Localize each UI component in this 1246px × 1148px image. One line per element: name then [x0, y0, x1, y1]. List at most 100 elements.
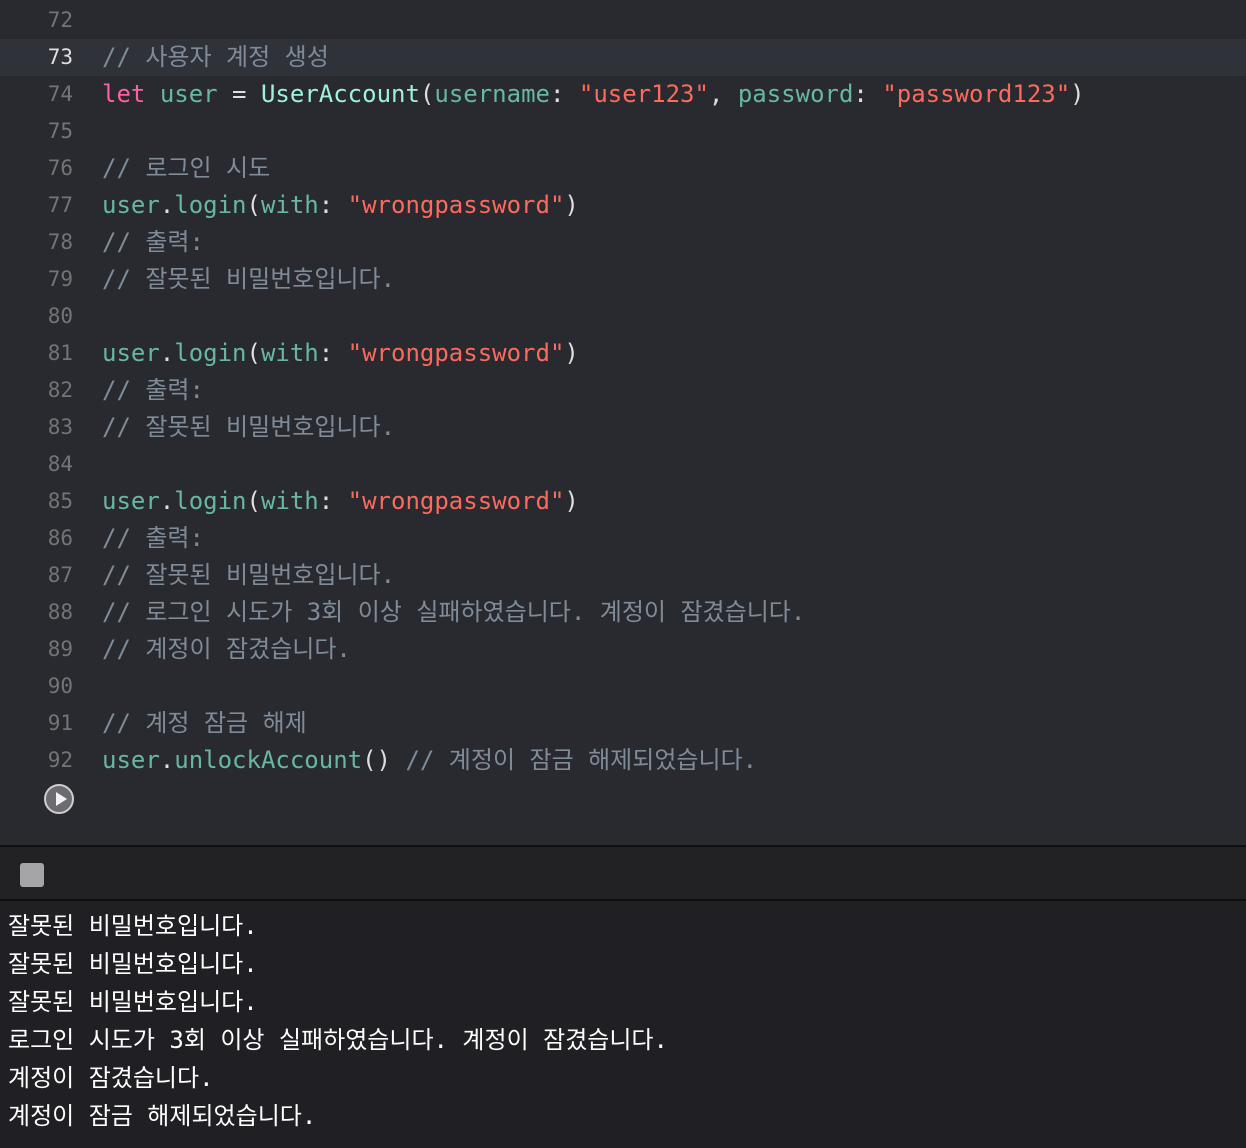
code-text: // 계정 잠금 해제 [102, 705, 307, 742]
code-text: user.login(with: "wrongpassword") [102, 335, 579, 372]
code-token-plain: : [318, 487, 348, 515]
line-number: 77 [47, 193, 73, 217]
code-token-comment: // 사용자 계정 생성 [102, 43, 329, 71]
code-token-string: "wrongpassword" [347, 339, 565, 367]
code-token-comment: // 출력: [102, 524, 204, 552]
code-line[interactable]: 89 // 계정이 잠겼습니다. [0, 631, 1246, 668]
code-token-comment: // 로그인 시도 [102, 154, 271, 182]
code-token-comment: // 계정이 잠겼습니다. [102, 635, 351, 663]
code-token-plain: . [159, 746, 175, 774]
code-token-param: with [260, 339, 319, 367]
code-token-plain: ) [1070, 80, 1085, 108]
code-line[interactable]: 81 user.login(with: "wrongpassword") [0, 335, 1246, 372]
code-line[interactable]: 83 // 잘못된 비밀번호입니다. [0, 409, 1246, 446]
code-text: // 계정이 잠겼습니다. [102, 631, 351, 668]
line-number: 91 [47, 711, 73, 735]
code-line[interactable]: 74 let user = UserAccount(username: "user… [0, 76, 1246, 113]
code-text: user.unlockAccount() // 계정이 잠금 해제되었습니다. [102, 742, 757, 779]
line-number: 83 [47, 415, 73, 439]
line-number: 79 [47, 267, 73, 291]
code-token-func: unlockAccount [174, 746, 363, 774]
line-number: 90 [47, 674, 73, 698]
code-line[interactable]: 85 user.login(with: "wrongpassword") [0, 483, 1246, 520]
line-number: 84 [47, 452, 73, 476]
code-token-param: password [737, 80, 854, 108]
code-token-type: UserAccount [260, 80, 420, 108]
code-token-var: user [159, 80, 218, 108]
line-number: 89 [47, 637, 73, 661]
code-line[interactable]: 87 // 잘못된 비밀번호입니다. [0, 557, 1246, 594]
console-line: 잘못된 비밀번호입니다. [8, 988, 258, 1016]
code-token-func: user [102, 191, 160, 219]
line-number: 76 [47, 156, 73, 180]
code-line[interactable]: 92 user.unlockAccount() // 계정이 잠금 해제되었습니다… [0, 742, 1246, 779]
code-token-plain: . [159, 487, 175, 515]
code-line[interactable]: 75 [0, 113, 1246, 150]
code-text: // 출력: [102, 372, 204, 409]
code-token-func: login [174, 339, 247, 367]
code-token-plain: ( [246, 191, 261, 219]
code-token-comment: // 로그인 시도가 3회 이상 실패하였습니다. 계정이 잠겼습니다. [102, 598, 806, 626]
code-token-comment: // 계정이 잠금 해제되었습니다. [405, 746, 758, 774]
stop-icon[interactable] [20, 863, 44, 887]
code-token-string: "wrongpassword" [347, 191, 565, 219]
line-number: 85 [47, 489, 73, 513]
code-line[interactable]: 91 // 계정 잠금 해제 [0, 705, 1246, 742]
code-line[interactable]: 72 [0, 2, 1246, 39]
code-token-func: user [102, 339, 160, 367]
code-token-func: user [102, 487, 160, 515]
code-line[interactable]: 86 // 출력: [0, 520, 1246, 557]
code-line[interactable]: 79 // 잘못된 비밀번호입니다. [0, 261, 1246, 298]
code-text: // 잘못된 비밀번호입니다. [102, 557, 395, 594]
code-line[interactable]: 88 // 로그인 시도가 3회 이상 실패하였습니다. 계정이 잠겼습니다. [0, 594, 1246, 631]
console-output[interactable]: 잘못된 비밀번호입니다. 잘못된 비밀번호입니다. 잘못된 비밀번호입니다. 로그인 … [0, 901, 1246, 1148]
code-token-string: "password123" [882, 80, 1071, 108]
code-token-plain: : [318, 191, 348, 219]
code-token-func: login [174, 487, 247, 515]
code-line[interactable]: 73 // 사용자 계정 생성 [0, 39, 1246, 76]
code-token-string: "wrongpassword" [347, 487, 565, 515]
play-circle-icon[interactable] [44, 784, 74, 814]
code-token-comment: // 출력: [102, 376, 204, 404]
code-token-func: user [102, 746, 160, 774]
line-number: 73 [47, 45, 73, 69]
code-line[interactable]: 78 // 출력: [0, 224, 1246, 261]
console-line: 잘못된 비밀번호입니다. [8, 912, 258, 940]
code-text: user.login(with: "wrongpassword") [102, 187, 579, 224]
code-text: let user = UserAccount(username: "user12… [102, 76, 1085, 113]
code-token-plain: . [159, 339, 175, 367]
code-token-string: "user123" [578, 80, 709, 108]
code-token-param: with [260, 487, 319, 515]
line-number: 92 [47, 748, 73, 772]
debug-toolbar [0, 845, 1246, 901]
code-token-param: username [434, 80, 550, 108]
code-token-comment: // 잘못된 비밀번호입니다. [102, 265, 396, 293]
line-number: 87 [47, 563, 73, 587]
code-line[interactable]: 77 user.login(with: "wrongpassword") [0, 187, 1246, 224]
line-number: 78 [47, 230, 73, 254]
code-token-keyword: let [102, 80, 146, 108]
code-text: // 출력: [102, 224, 204, 261]
code-line[interactable]: 82 // 출력: [0, 372, 1246, 409]
play-glyph [56, 792, 67, 806]
code-token-plain: ) [564, 339, 579, 367]
code-line[interactable]: 84 [0, 446, 1246, 483]
code-token-comment: // 잘못된 비밀번호입니다. [102, 561, 396, 589]
console-line: 계정이 잠금 해제되었습니다. [8, 1102, 317, 1130]
code-line[interactable]: 80 [0, 298, 1246, 335]
line-number: 86 [47, 526, 73, 550]
code-line[interactable]: 76 // 로그인 시도 [0, 150, 1246, 187]
line-number: 88 [47, 600, 73, 624]
code-token-plain: , [708, 80, 738, 108]
code-editor[interactable]: 72 73 // 사용자 계정 생성 74 let user = UserAccount… [0, 0, 1246, 845]
code-token-plain: ( [419, 80, 435, 108]
line-number: 80 [47, 304, 73, 328]
code-token-comment: // 계정 잠금 해제 [102, 709, 307, 737]
code-token-plain: () [362, 746, 406, 774]
line-number: 81 [47, 341, 73, 365]
code-text: // 로그인 시도가 3회 이상 실패하였습니다. 계정이 잠겼습니다. [102, 594, 805, 631]
code-text: // 로그인 시도 [102, 150, 270, 187]
line-number: 75 [47, 119, 73, 143]
code-line[interactable]: 90 [0, 668, 1246, 705]
